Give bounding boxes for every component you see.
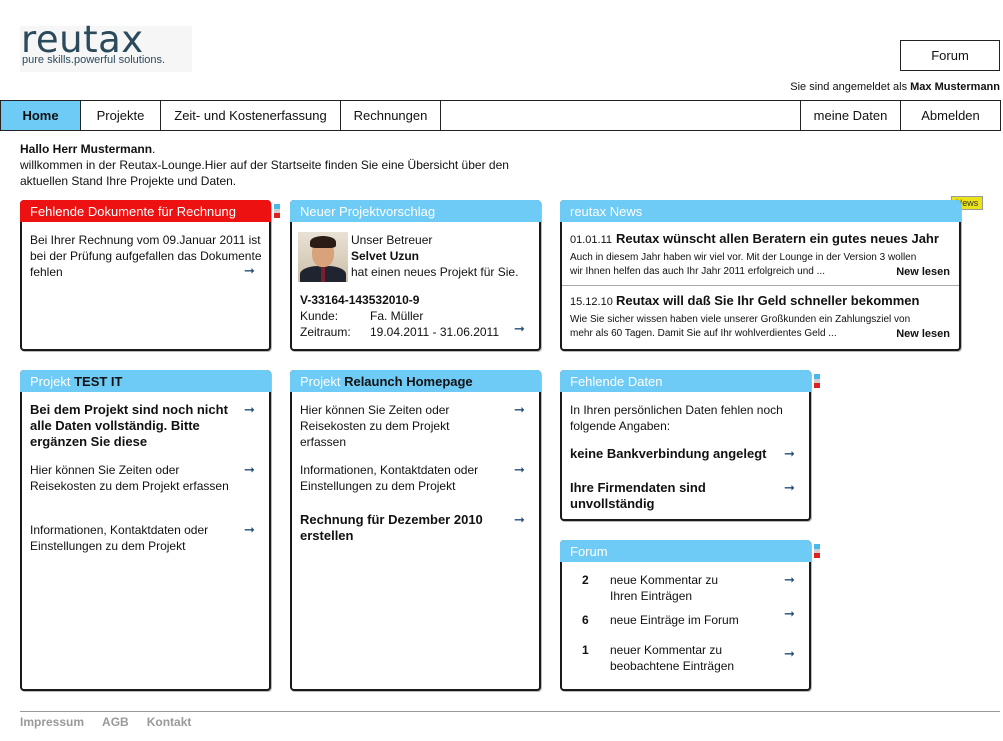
reutax-logo[interactable]: reutax pure skills.powerful solutions. xyxy=(20,18,192,72)
arrow-right-icon[interactable]: ➞ xyxy=(244,523,255,536)
logo-tagline: pure skills.powerful solutions. xyxy=(22,54,166,66)
project-id: V-33164-143532010-9 xyxy=(300,293,420,307)
news-text: Auch in diesem Jahr haben wir viel vor. … xyxy=(570,252,917,263)
box-title-name: Relaunch Homepage xyxy=(344,374,473,389)
box-title-prefix: Projekt xyxy=(300,374,345,389)
kunde-label: Kunde: xyxy=(300,309,339,323)
arrow-right-icon[interactable]: ➞ xyxy=(784,481,795,494)
box-title: Fehlende Dokumente für Rechnung xyxy=(20,200,271,222)
greeting: Hallo Herr Mustermann xyxy=(20,142,153,156)
advisor-label: Unser Betreuer xyxy=(351,233,433,247)
news-text: Wie Sie sicher wissen haben viele unsere… xyxy=(570,314,911,325)
forum-count: 1 xyxy=(582,643,589,657)
news-read-more[interactable]: New lesen xyxy=(896,327,950,341)
arrow-right-icon[interactable]: ➞ xyxy=(244,463,255,476)
project-info-text: Informationen, Kontaktdaten oder Einstel… xyxy=(300,463,479,493)
arrow-right-icon[interactable]: ➞ xyxy=(514,322,525,335)
flag-icon xyxy=(814,544,820,558)
arrow-right-icon[interactable]: ➞ xyxy=(244,264,255,277)
news-headline[interactable]: Reutax wünscht allen Beratern ein gutes … xyxy=(616,231,939,247)
main-nav: Home Projekte Zeit- und Kostenerfassung … xyxy=(0,100,1001,131)
missing-documents-box: Fehlende Dokumente für Rechnung Bei Ihre… xyxy=(20,200,280,351)
footer-kontakt-link[interactable]: Kontakt xyxy=(147,715,192,729)
news-date: 15.12.10 xyxy=(570,296,613,308)
zeitraum-value: 19.04.2011 - 31.06.2011 xyxy=(370,325,499,339)
arrow-right-icon[interactable]: ➞ xyxy=(244,403,255,416)
missing-data-intro: In Ihren persönlichen Daten fehlen noch … xyxy=(570,403,783,433)
box-title: reutax News xyxy=(560,200,961,222)
project-info-text: Informationen, Kontaktdaten oder Einstel… xyxy=(30,523,209,553)
news-headline[interactable]: Reutax will daß Sie Ihr Geld schneller b… xyxy=(616,293,919,309)
arrow-right-icon[interactable]: ➞ xyxy=(784,573,795,586)
nav-meine-daten[interactable]: meine Daten xyxy=(801,101,901,130)
nav-home[interactable]: Home xyxy=(1,101,81,130)
forum-button[interactable]: Forum xyxy=(900,40,1000,71)
welcome-text: Hallo Herr Mustermann. willkommen in der… xyxy=(20,141,540,189)
news-date: 01.01.11 xyxy=(570,234,613,246)
footer-agb-link[interactable]: AGB xyxy=(102,715,129,729)
arrow-right-icon[interactable]: ➞ xyxy=(784,447,795,460)
nav-projekte[interactable]: Projekte xyxy=(81,101,161,130)
nav-spacer xyxy=(441,101,801,130)
arrow-right-icon[interactable]: ➞ xyxy=(784,647,795,660)
missing-bank-account: keine Bankverbindung angelegt xyxy=(570,446,767,461)
project-proposal-box: Neuer Projektvorschlag Unser Betreuer Se… xyxy=(290,200,541,351)
login-info: Sie sind angemeldet als Max Mustermann xyxy=(790,81,1000,93)
project-test-it-box: Projekt TEST IT Bei dem Projekt sind noc… xyxy=(20,370,271,691)
box-title: Neuer Projektvorschlag xyxy=(290,200,541,222)
advisor-name[interactable]: Selvet Uzun xyxy=(351,248,419,264)
greeting-period: . xyxy=(152,142,156,156)
box-title: Projekt TEST IT xyxy=(20,370,271,392)
footer-impressum-link[interactable]: Impressum xyxy=(20,715,84,729)
forum-count: 2 xyxy=(582,573,589,587)
arrow-right-icon[interactable]: ➞ xyxy=(514,463,525,476)
arrow-right-icon[interactable]: ➞ xyxy=(784,607,795,620)
flag-icon xyxy=(814,374,820,388)
missing-data-box: Fehlende Daten In Ihren persönlichen Dat… xyxy=(560,370,820,521)
welcome-line: willkommen in der Reutax-Lounge.Hier auf… xyxy=(20,158,509,188)
news-text: mehr als 60 Tagen. Damit Sie auf Ihr woh… xyxy=(570,328,837,339)
create-invoice-text: Rechnung für Dezember 2010 erstellen xyxy=(300,512,483,543)
forum-item-text: neue Einträge im Forum xyxy=(610,613,739,627)
login-user: Max Mustermann xyxy=(910,81,1000,93)
box-title-prefix: Projekt xyxy=(30,374,75,389)
missing-documents-text: Bei Ihrer Rechnung vom 09.Januar 2011 is… xyxy=(30,233,262,279)
forum-item-text: neue Kommentar zu Ihren Einträgen xyxy=(610,573,719,603)
news-box: reutax News 01.01.11 Reutax wünscht alle… xyxy=(560,200,961,351)
footer: Impressum AGB Kontakt xyxy=(20,715,191,729)
news-divider xyxy=(562,285,959,286)
incomplete-company-data: Ihre Firmendaten sind unvollständig xyxy=(570,480,706,511)
news-read-more[interactable]: New lesen xyxy=(896,265,950,279)
arrow-right-icon[interactable]: ➞ xyxy=(514,513,525,526)
forum-count: 6 xyxy=(582,613,589,627)
advisor-text: hat einen neues Projekt für Sie. xyxy=(351,265,519,279)
forum-box: Forum 2 neue Kommentar zu Ihren Einträge… xyxy=(560,540,820,691)
record-times-text: Hier können Sie Zeiten oder Reisekosten … xyxy=(300,403,450,449)
news-text: wir Ihnen helfen das auch Ihr Jahr 2011 … xyxy=(570,266,825,277)
kunde-value: Fa. Müller xyxy=(370,309,424,323)
record-times-text: Hier können Sie Zeiten oder Reisekosten … xyxy=(30,463,229,493)
footer-divider xyxy=(20,711,1000,712)
arrow-right-icon[interactable]: ➞ xyxy=(514,403,525,416)
login-prefix: Sie sind angemeldet als xyxy=(790,81,908,93)
box-title: Projekt Relaunch Homepage xyxy=(290,370,541,392)
nav-rechnungen[interactable]: Rechnungen xyxy=(341,101,441,130)
box-title: Fehlende Daten xyxy=(560,370,811,392)
forum-item-text: neuer Kommentar zu beobachtene Einträgen xyxy=(610,643,735,673)
box-title-name: TEST IT xyxy=(74,374,123,389)
flag-icon xyxy=(274,204,280,218)
zeitraum-label: Zeitraum: xyxy=(300,325,351,339)
incomplete-data-warning: Bei dem Projekt sind noch nicht alle Dat… xyxy=(30,402,228,449)
nav-zeit-kosten[interactable]: Zeit- und Kostenerfassung xyxy=(161,101,341,130)
box-title: Forum xyxy=(560,540,811,562)
nav-abmelden[interactable]: Abmelden xyxy=(901,101,1000,130)
project-relaunch-box: Projekt Relaunch Homepage Hier können Si… xyxy=(290,370,541,691)
advisor-photo xyxy=(298,232,348,282)
